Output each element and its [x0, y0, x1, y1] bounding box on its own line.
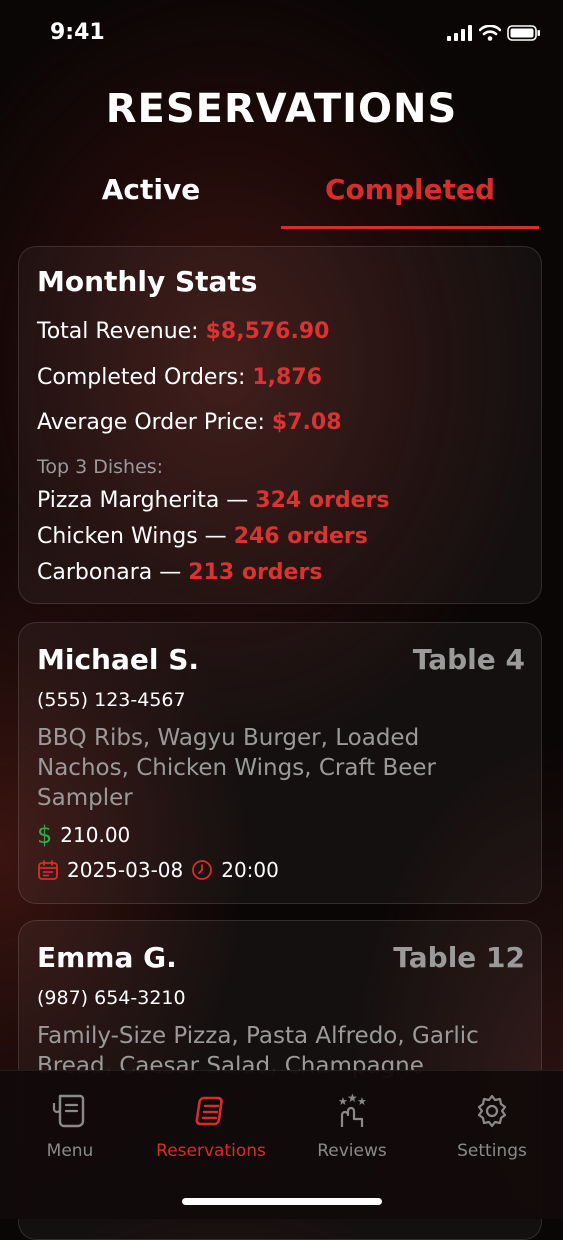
reservation-card[interactable]: Michael S. Table 4 (555) 123-4567 BBQ Ri…: [18, 622, 542, 904]
table-number: Table 12: [393, 941, 525, 974]
tabbar-reviews[interactable]: ★ ★ ★ Reviews: [282, 1091, 422, 1161]
reservation-tabs: Active Completed: [20, 168, 539, 230]
top-dish-2: Chicken Wings — 246 orders: [37, 524, 368, 549]
tabbar-menu-label: Menu: [46, 1141, 94, 1161]
status-icons: [447, 25, 541, 41]
tab-active[interactable]: Active: [22, 168, 280, 230]
completed-orders-label: Completed Orders:: [37, 365, 253, 390]
reservation-time: 20:00: [221, 858, 279, 882]
dish-name: Carbonara —: [37, 560, 189, 585]
menu-book-icon: [52, 1094, 85, 1128]
dish-orders: 324 orders: [255, 488, 390, 513]
total-revenue-value: $8,576.90: [205, 319, 330, 344]
price-value: 210.00: [60, 823, 131, 847]
dollar-icon: $: [37, 821, 53, 849]
top-dish-1: Pizza Margherita — 324 orders: [37, 488, 389, 513]
page-title: RESERVATIONS: [105, 86, 458, 132]
completed-orders-value: 1,876: [252, 365, 322, 390]
reviews-stars-icon: ★ ★ ★: [338, 1091, 367, 1127]
wifi-icon: [479, 25, 501, 41]
completed-orders: Completed Orders: 1,876: [37, 365, 322, 390]
tabbar-menu[interactable]: Menu: [0, 1091, 140, 1161]
guest-phone: (555) 123-4567: [37, 689, 186, 711]
gear-icon: [477, 1094, 507, 1128]
reservations-icon: [195, 1096, 223, 1126]
dish-orders: 246 orders: [233, 524, 368, 549]
tabbar-reservations[interactable]: Reservations: [141, 1091, 281, 1161]
tabbar-settings-label: Settings: [457, 1141, 527, 1161]
svg-text:★: ★: [357, 1095, 367, 1108]
clock-icon: [192, 860, 213, 880]
dish-name: Chicken Wings —: [37, 524, 234, 549]
calendar-icon: [38, 860, 58, 880]
guest-phone: (987) 654-3210: [37, 987, 186, 1009]
reservation-date: 2025-03-08: [67, 858, 184, 882]
tabbar-settings[interactable]: Settings: [422, 1091, 562, 1161]
guest-name: Emma G.: [37, 941, 177, 974]
guest-name: Michael S.: [37, 643, 200, 676]
status-bar: 9:41: [0, 0, 563, 70]
average-order-price: Average Order Price: $7.08: [37, 410, 342, 435]
top-dishes-label: Top 3 Dishes:: [37, 456, 164, 478]
tab-underline: [281, 226, 539, 229]
top-dish-3: Carbonara — 213 orders: [37, 560, 322, 585]
signal-icon: [447, 25, 472, 41]
order-price: $ 210.00: [37, 821, 130, 849]
tabbar-reservations-label: Reservations: [156, 1141, 266, 1161]
ordered-items: BBQ Ribs, Wagyu Burger, Loaded Nachos, C…: [37, 725, 436, 811]
avg-price-value: $7.08: [271, 410, 342, 435]
tabbar-reviews-label: Reviews: [317, 1141, 387, 1161]
dish-name: Pizza Margherita —: [37, 488, 256, 513]
stats-heading: Monthly Stats: [37, 265, 258, 298]
monthly-stats-card: Monthly Stats Total Revenue: $8,576.90 C…: [18, 246, 542, 604]
bottom-tab-bar: Menu Reservations ★ ★ ★ Reviews Settings: [0, 1070, 563, 1219]
avg-price-label: Average Order Price:: [37, 410, 272, 435]
status-time: 9:41: [50, 20, 105, 45]
table-number: Table 4: [412, 643, 525, 676]
battery-icon: [507, 25, 540, 41]
tab-completed[interactable]: Completed: [281, 168, 539, 230]
total-revenue: Total Revenue: $8,576.90: [37, 319, 329, 344]
total-revenue-label: Total Revenue:: [37, 319, 206, 344]
home-indicator: [182, 1198, 382, 1205]
reservation-datetime: 2025-03-08 20:00: [37, 858, 279, 882]
dish-orders: 213 orders: [188, 560, 323, 585]
